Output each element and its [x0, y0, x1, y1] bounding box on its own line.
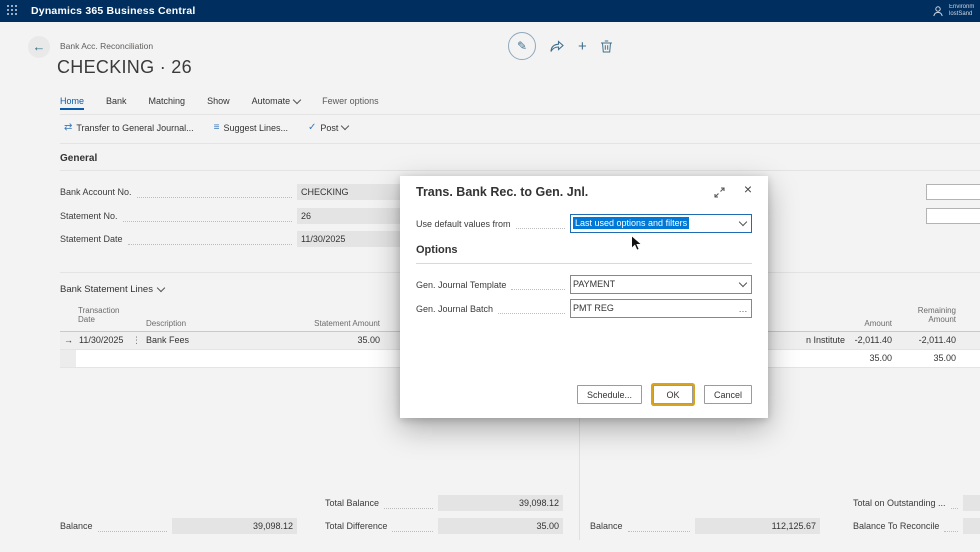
total-balance-value[interactable]: 39,098.12: [438, 495, 563, 511]
fewer-options-button[interactable]: Fewer options: [322, 96, 379, 110]
col-amount[interactable]: Amount: [844, 319, 892, 328]
close-icon: ×: [743, 181, 752, 197]
topbar: Dynamics 365 Business Central Environm l…: [0, 0, 980, 22]
options-heading: Options: [416, 244, 458, 256]
schedule-button[interactable]: Schedule...: [576, 385, 642, 404]
pencil-icon: ✎: [516, 39, 528, 53]
close-dialog-button[interactable]: ×: [744, 181, 752, 197]
field-statement-date: Statement Date 11/30/2025: [60, 231, 422, 247]
trans-bank-rec-dialog: Trans. Bank Rec. to Gen. Jnl. × Use defa…: [400, 176, 768, 418]
cell-description[interactable]: Bank Fees: [146, 332, 189, 349]
tab-home[interactable]: Home: [60, 96, 85, 110]
use-default-values-row: Use default values from Last used option…: [416, 214, 752, 233]
balance-to-reconcile-value[interactable]: [963, 518, 980, 534]
field-bank-account-no: Bank Account No. CHECKING: [60, 184, 422, 200]
post-icon: ✓: [308, 122, 317, 133]
cell-entry-amount[interactable]: 35.00: [822, 350, 892, 367]
col-description[interactable]: Description: [146, 319, 236, 328]
environment-label: Environm lostSand: [949, 4, 975, 17]
app-launcher-icon[interactable]: [7, 5, 19, 17]
share-icon: [550, 39, 564, 52]
balance-right-row: Balance 112,125.67: [590, 518, 820, 534]
gen-journal-batch-field[interactable]: PMT REG …: [570, 299, 752, 318]
tab-bank[interactable]: Bank: [106, 96, 127, 110]
tab-show[interactable]: Show: [207, 96, 230, 110]
breadcrumb[interactable]: Bank Acc. Reconciliation: [60, 41, 153, 51]
right-panel-field[interactable]: [926, 184, 980, 200]
total-outstanding-value[interactable]: [963, 495, 980, 511]
lookup-button[interactable]: …: [735, 300, 751, 317]
balance-left-value[interactable]: 39,098.12: [172, 518, 297, 534]
dialog-title: Trans. Bank Rec. to Gen. Jnl.: [416, 185, 589, 199]
total-difference-value[interactable]: 35.00: [438, 518, 563, 534]
use-default-values-combobox[interactable]: Last used options and filters: [570, 214, 752, 233]
tab-matching[interactable]: Matching: [149, 96, 186, 110]
combobox-dropdown-button[interactable]: [735, 215, 751, 232]
expand-icon: [714, 187, 725, 198]
actionbar-divider: [60, 143, 980, 144]
cell-entry-amount[interactable]: -2,011.40: [822, 332, 892, 349]
row-menu-icon[interactable]: ⋮: [132, 332, 141, 349]
cell-entry-remaining[interactable]: -2,011.40: [886, 332, 956, 349]
action-bar: ⇄ Transfer to General Journal... ≡ Sugge…: [64, 121, 350, 133]
gen-journal-template-combobox[interactable]: PAYMENT: [570, 275, 752, 294]
page-title: CHECKING · 26: [57, 57, 192, 77]
suggest-lines-icon: ≡: [213, 122, 220, 133]
gen-journal-batch-row: Gen. Journal Batch PMT REG …: [416, 299, 752, 318]
field-statement-no: Statement No. 26: [60, 208, 422, 224]
app-title[interactable]: Dynamics 365 Business Central: [31, 5, 196, 17]
col-transaction-date[interactable]: Transaction Date: [78, 306, 130, 324]
account-settings-icon[interactable]: [932, 5, 944, 17]
transfer-icon: ⇄: [64, 122, 73, 133]
cancel-button[interactable]: Cancel: [703, 385, 752, 404]
trash-icon: [600, 40, 612, 52]
edit-button[interactable]: ✎: [508, 32, 536, 60]
ribbon-tabs: Home Bank Matching Show Automate Fewer o…: [60, 95, 379, 110]
cell-transaction-date[interactable]: 11/30/2025: [79, 332, 123, 349]
expand-dialog-button[interactable]: [713, 186, 726, 204]
cell-entry-remaining[interactable]: 35.00: [886, 350, 956, 367]
col-statement-amount[interactable]: Statement Amount: [292, 319, 380, 328]
col-remaining-amount[interactable]: Remaining Amount: [901, 306, 956, 324]
general-section-heading: General: [60, 153, 98, 164]
general-divider: [60, 170, 980, 171]
total-outstanding-row: Total on Outstanding ...: [853, 495, 980, 511]
total-balance-row: Total Balance 39,098.12: [325, 495, 563, 511]
cell-statement-amount[interactable]: 35.00: [300, 332, 380, 349]
combobox-dropdown-button[interactable]: [735, 276, 751, 293]
current-row-arrow-icon: →: [64, 335, 73, 345]
chevron-down-icon: [292, 95, 302, 104]
new-button[interactable]: +: [578, 38, 587, 55]
balance-to-reconcile-row: Balance To Reconcile: [853, 518, 980, 534]
dialog-buttons: Schedule... OK Cancel: [576, 385, 752, 404]
tabs-divider: [60, 114, 980, 115]
ok-button[interactable]: OK: [652, 385, 693, 404]
selected-option-text: Last used options and filters: [573, 217, 690, 229]
ellipsis-icon: …: [738, 303, 748, 314]
chevron-down-icon: [738, 278, 748, 288]
plus-icon: +: [578, 37, 587, 55]
right-panel-field[interactable]: [926, 208, 980, 224]
app-window: Dynamics 365 Business Central Environm l…: [0, 0, 980, 552]
back-button[interactable]: ←: [28, 36, 50, 58]
balance-row: Balance 39,098.12: [60, 518, 297, 534]
share-button[interactable]: [549, 39, 565, 54]
balance-right-value[interactable]: 112,125.67: [695, 518, 820, 534]
chevron-down-icon: [341, 121, 350, 131]
suggest-lines-button[interactable]: ≡ Suggest Lines...: [214, 122, 288, 133]
post-button[interactable]: ✓ Post: [308, 121, 350, 133]
delete-button[interactable]: [600, 39, 613, 54]
total-difference-row: Total Difference 35.00: [325, 518, 563, 534]
gen-journal-template-row: Gen. Journal Template PAYMENT: [416, 275, 752, 294]
chevron-down-icon: [156, 283, 166, 293]
bank-statement-lines-heading[interactable]: Bank Statement Lines: [60, 283, 166, 295]
tab-automate[interactable]: Automate: [252, 95, 302, 110]
chevron-down-icon: [738, 217, 748, 227]
back-arrow-icon: ←: [32, 39, 46, 54]
transfer-to-general-journal-button[interactable]: ⇄ Transfer to General Journal...: [64, 122, 194, 133]
